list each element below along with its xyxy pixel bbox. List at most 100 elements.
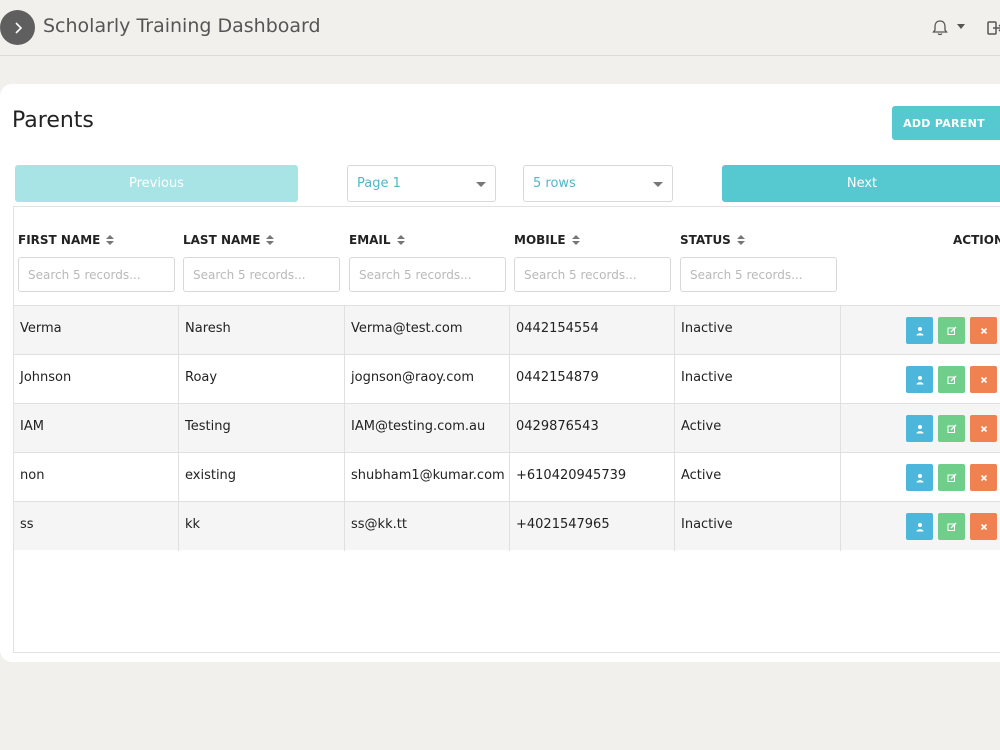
filter-mobile[interactable]: [514, 257, 671, 292]
user-icon: [915, 321, 925, 340]
cell-last-name: Roay: [179, 355, 345, 404]
cell-email: Verma@test.com: [345, 306, 510, 355]
column-header-status[interactable]: STATUS: [680, 233, 745, 247]
cell-last-name: kk: [179, 502, 345, 551]
view-button[interactable]: [906, 415, 933, 442]
edit-button[interactable]: [938, 415, 965, 442]
sidebar-toggle-button[interactable]: [0, 10, 35, 45]
app-title: Scholarly Training Dashboard: [43, 15, 321, 37]
column-header-action: ACTION: [953, 233, 1000, 247]
user-icon: [915, 419, 925, 438]
add-parent-button[interactable]: ADD PARENT: [892, 106, 1000, 140]
view-button[interactable]: [906, 513, 933, 540]
cell-status: Inactive: [675, 306, 841, 355]
cell-first-name: ss: [14, 502, 179, 551]
table-row: non existing shubham1@kumar.com +6104209457…: [14, 452, 1000, 502]
cell-email: ss@kk.tt: [345, 502, 510, 551]
filter-last-name[interactable]: [183, 257, 340, 292]
next-button[interactable]: Next: [722, 165, 1000, 202]
row-actions: [906, 513, 997, 540]
table-row: IAM Testing IAM@testing.com.au 0429876543 Ac…: [14, 403, 1000, 453]
edit-button[interactable]: [938, 464, 965, 491]
rows-select-value: 5 rows: [533, 176, 576, 191]
cell-mobile: +4021547965: [510, 502, 675, 551]
edit-icon: [947, 370, 957, 389]
sort-icon: [571, 235, 580, 246]
sort-icon: [396, 235, 405, 246]
sort-icon: [266, 235, 275, 246]
row-actions: [906, 415, 997, 442]
edit-button[interactable]: [938, 317, 965, 344]
close-icon: [979, 419, 989, 438]
cell-first-name: non: [14, 453, 179, 502]
filter-first-name[interactable]: [18, 257, 175, 292]
cell-status: Inactive: [675, 502, 841, 551]
previous-button[interactable]: Previous: [15, 165, 298, 202]
sort-icon: [106, 235, 115, 246]
column-label: LAST NAME: [183, 233, 261, 247]
cell-last-name: existing: [179, 453, 345, 502]
sort-icon: [736, 235, 745, 246]
dropdown-arrow-icon: [476, 182, 486, 187]
user-icon: [915, 468, 925, 487]
cell-mobile: +610420945739: [510, 453, 675, 502]
column-label: STATUS: [680, 233, 731, 247]
column-label: FIRST NAME: [18, 233, 101, 247]
view-button[interactable]: [906, 317, 933, 344]
cell-mobile: 0442154554: [510, 306, 675, 355]
column-label: MOBILE: [514, 233, 566, 247]
table-row: ss kk ss@kk.tt +4021547965 Inactive: [14, 501, 1000, 551]
caret-down-icon[interactable]: [957, 24, 965, 29]
view-button[interactable]: [906, 366, 933, 393]
cell-first-name: IAM: [14, 404, 179, 453]
cell-mobile: 0442154879: [510, 355, 675, 404]
table-row: Johnson Roay jognson@raoy.com 0442154879 Ina…: [14, 354, 1000, 404]
cell-last-name: Naresh: [179, 306, 345, 355]
close-icon: [979, 370, 989, 389]
cell-email: jognson@raoy.com: [345, 355, 510, 404]
user-icon: [915, 517, 925, 536]
column-header-email[interactable]: EMAIL: [349, 233, 405, 247]
cell-first-name: Verma: [14, 306, 179, 355]
column-label: EMAIL: [349, 233, 391, 247]
view-button[interactable]: [906, 464, 933, 491]
logout-icon[interactable]: [987, 20, 1000, 36]
column-header-mobile[interactable]: MOBILE: [514, 233, 580, 247]
delete-button[interactable]: [970, 317, 997, 344]
cell-first-name: Johnson: [14, 355, 179, 404]
cell-email: IAM@testing.com.au: [345, 404, 510, 453]
column-header-last-name[interactable]: LAST NAME: [183, 233, 275, 247]
edit-icon: [947, 468, 957, 487]
column-header-first-name[interactable]: FIRST NAME: [18, 233, 115, 247]
filter-email[interactable]: [349, 257, 506, 292]
edit-button[interactable]: [938, 366, 965, 393]
row-actions: [906, 366, 997, 393]
page-select-value: Page 1: [357, 176, 401, 191]
delete-button[interactable]: [970, 513, 997, 540]
bell-icon[interactable]: [930, 18, 950, 38]
delete-button[interactable]: [970, 464, 997, 491]
chevron-right-icon: [14, 21, 22, 34]
dropdown-arrow-icon: [653, 182, 663, 187]
page-select[interactable]: Page 1: [347, 165, 496, 202]
edit-icon: [947, 419, 957, 438]
cell-status: Active: [675, 404, 841, 453]
row-actions: [906, 317, 997, 344]
rows-select[interactable]: 5 rows: [523, 165, 673, 202]
cell-status: Inactive: [675, 355, 841, 404]
cell-email: shubham1@kumar.com: [345, 453, 510, 502]
cell-mobile: 0429876543: [510, 404, 675, 453]
edit-icon: [947, 517, 957, 536]
delete-button[interactable]: [970, 415, 997, 442]
edit-button[interactable]: [938, 513, 965, 540]
table-row: Verma Naresh Verma@test.com 0442154554 Inact…: [14, 305, 1000, 355]
user-icon: [915, 370, 925, 389]
cell-status: Active: [675, 453, 841, 502]
close-icon: [979, 468, 989, 487]
filter-status[interactable]: [680, 257, 837, 292]
row-actions: [906, 464, 997, 491]
top-bar: Scholarly Training Dashboard: [0, 0, 1000, 56]
delete-button[interactable]: [970, 366, 997, 393]
close-icon: [979, 517, 989, 536]
close-icon: [979, 321, 989, 340]
